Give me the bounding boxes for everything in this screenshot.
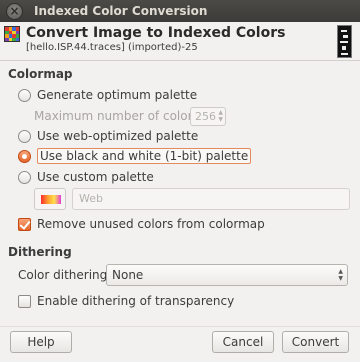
indexed-palette-icon — [4, 26, 20, 42]
help-button[interactable]: Help — [10, 331, 72, 353]
remove-unused-option[interactable]: Remove unused colors from colormap — [18, 215, 265, 233]
colormap-section-title: Colormap — [8, 67, 73, 81]
checkbox-checked[interactable] — [18, 217, 31, 231]
radio-label: Use black and white (1-bit) palette — [37, 148, 252, 164]
close-icon[interactable]: × — [6, 3, 23, 20]
color-dithering-label: Color dithering: — [18, 268, 112, 282]
convert-button[interactable]: Convert — [282, 331, 349, 353]
custom-palette-row: Web — [34, 188, 350, 210]
radio-label: Use custom palette — [37, 170, 154, 184]
header-separator — [0, 60, 360, 61]
dialog-title: Convert Image to Indexed Colors — [26, 25, 286, 41]
image-thumbnail — [337, 25, 352, 58]
dialog-header: Convert Image to Indexed Colors [hello.I… — [0, 22, 360, 56]
checkbox[interactable] — [18, 294, 31, 308]
radio-label: Use web-optimized palette — [37, 129, 199, 143]
palette-swatch-button[interactable] — [34, 188, 66, 210]
spin-arrows-icon[interactable]: ▲ ▼ — [218, 109, 223, 123]
dithering-section-title: Dithering — [8, 245, 72, 259]
cancel-button[interactable]: Cancel — [212, 331, 274, 353]
radio-button[interactable] — [18, 129, 31, 143]
chevron-updown-icon: ▲ ▼ — [338, 268, 343, 282]
checkbox-label: Enable dithering of transparency — [37, 294, 235, 308]
button-separator — [0, 326, 360, 327]
radio-web-optimized[interactable]: Use web-optimized palette — [18, 127, 198, 145]
image-name: [hello.ISP.44.traces] (imported)-25 — [26, 42, 198, 53]
custom-palette-combo[interactable]: Web — [72, 188, 350, 210]
max-colors-spinner[interactable]: 256 ▲ ▼ — [190, 107, 226, 126]
radio-generate-optimum[interactable]: Generate optimum palette — [18, 86, 197, 104]
radio-label: Generate optimum palette — [37, 88, 198, 102]
max-colors-value: 256 — [195, 110, 216, 123]
radio-button-selected[interactable] — [18, 149, 31, 163]
color-dithering-combo[interactable]: None ▲ ▼ — [106, 264, 348, 286]
radio-button[interactable] — [18, 88, 31, 102]
max-colors-label: Maximum number of colors: — [34, 109, 203, 123]
dither-transparency-option[interactable]: Enable dithering of transparency — [18, 292, 234, 310]
radio-button[interactable] — [18, 170, 31, 184]
radio-custom-palette[interactable]: Use custom palette — [18, 168, 154, 186]
radio-black-white[interactable]: Use black and white (1-bit) palette — [18, 147, 252, 165]
color-dithering-value: None — [112, 268, 144, 282]
window-titlebar: × Indexed Color Conversion — [0, 0, 360, 22]
checkbox-label: Remove unused colors from colormap — [37, 217, 265, 231]
window-title: Indexed Color Conversion — [34, 4, 208, 18]
palette-gradient-icon — [41, 195, 61, 204]
